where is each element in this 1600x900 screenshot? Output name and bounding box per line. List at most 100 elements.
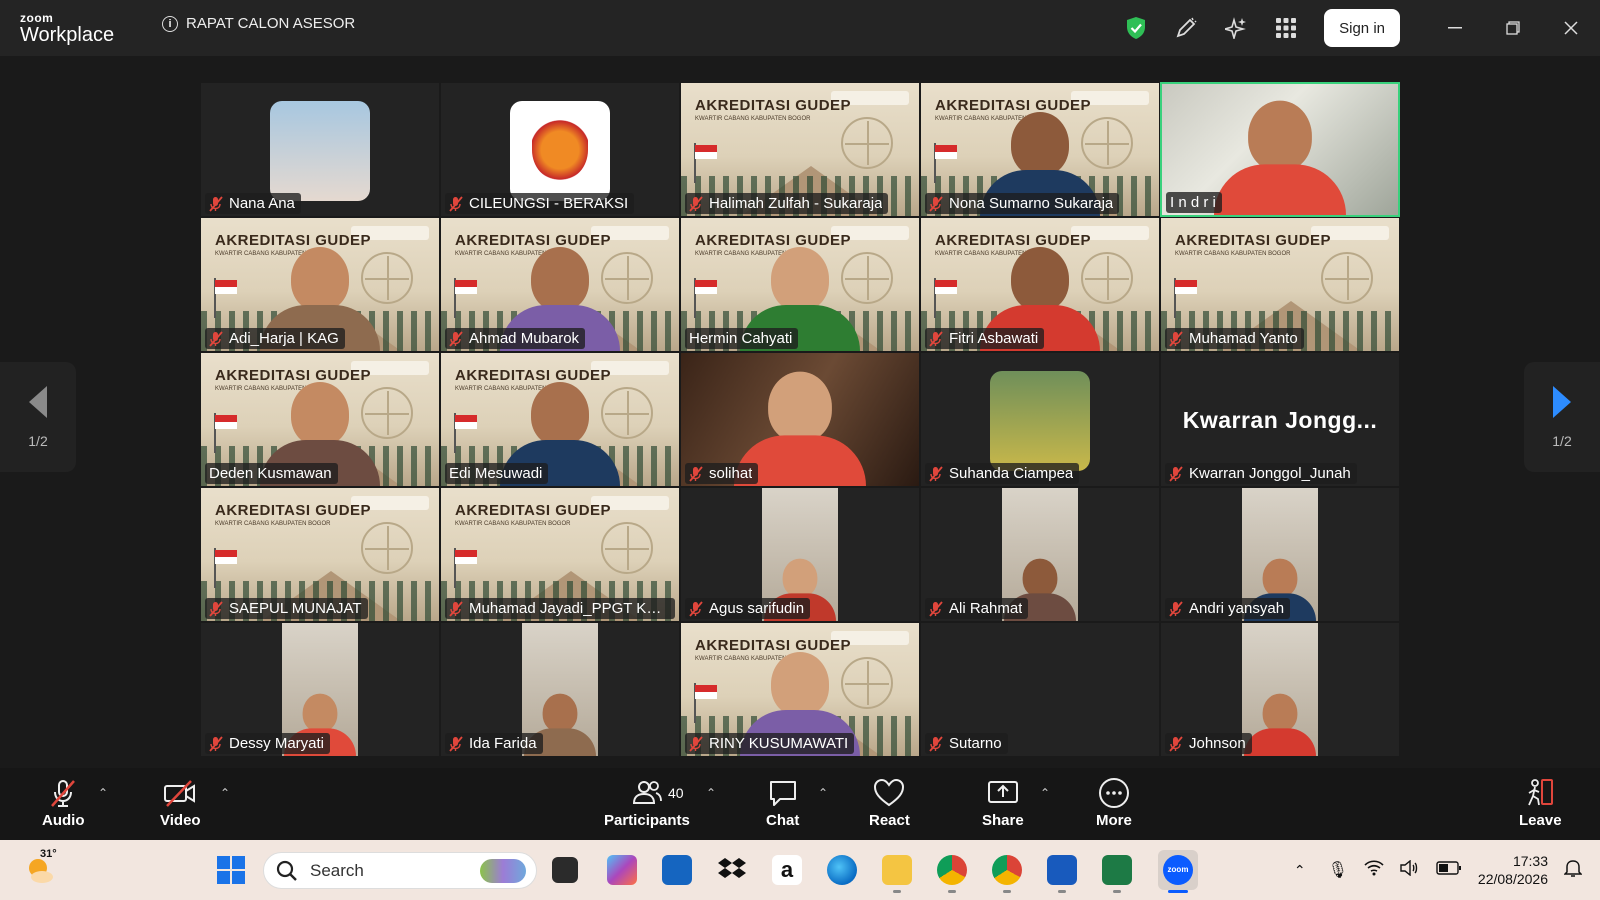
chrome-icon[interactable] bbox=[937, 855, 967, 885]
participant-tile[interactable]: AKREDITASI GUDEP KWARTIR CABANG KABUPATEN… bbox=[440, 352, 680, 487]
chat-options-caret[interactable]: ⌃ bbox=[818, 786, 828, 800]
clock-time: 17:33 bbox=[1512, 853, 1548, 869]
mic-muted-icon bbox=[929, 330, 943, 347]
participant-tile[interactable]: Andri yansyah bbox=[1160, 487, 1400, 622]
participant-tile[interactable]: I n d r i bbox=[1160, 82, 1400, 217]
next-page-button[interactable]: 1/2 bbox=[1524, 362, 1600, 472]
participant-tile[interactable]: AKREDITASI GUDEP KWARTIR CABANG KABUPATEN… bbox=[1160, 217, 1400, 352]
participant-tile[interactable]: Suhanda Ciampea bbox=[920, 352, 1160, 487]
participant-tile[interactable]: Agus sarifudin bbox=[680, 487, 920, 622]
participant-tile[interactable]: Sutarno bbox=[920, 622, 1160, 757]
arrow-left-icon bbox=[29, 386, 47, 418]
audio-options-caret[interactable]: ⌃ bbox=[98, 786, 108, 800]
ai-sparkle-icon[interactable] bbox=[1224, 16, 1248, 40]
participant-head bbox=[1011, 112, 1069, 176]
meeting-info[interactable]: i RAPAT CALON ASESOR bbox=[162, 15, 355, 32]
participant-grid: Nana Ana CILEUNGSI - BERAKSI AKREDITASI GU… bbox=[200, 82, 1400, 757]
participant-name-tag: Suhanda Ciampea bbox=[925, 463, 1080, 484]
chat-button[interactable]: Chat bbox=[766, 778, 799, 829]
share-button[interactable]: Share bbox=[982, 778, 1024, 829]
sign-in-button[interactable]: Sign in bbox=[1324, 9, 1400, 47]
taskbar-search[interactable]: Search bbox=[263, 852, 537, 889]
participant-tile[interactable]: solihat bbox=[680, 352, 920, 487]
participants-options-caret[interactable]: ⌃ bbox=[706, 786, 716, 800]
react-button[interactable]: React bbox=[869, 778, 910, 829]
participant-head bbox=[542, 693, 578, 732]
task-view-icon[interactable] bbox=[552, 857, 578, 883]
video-button[interactable]: Video bbox=[160, 778, 201, 829]
participant-tile[interactable]: Johnson bbox=[1160, 622, 1400, 757]
participant-avatar bbox=[990, 371, 1090, 471]
show-hidden-icons-chevron[interactable]: ⌃ bbox=[1294, 862, 1306, 879]
banner-flag bbox=[455, 280, 477, 294]
close-button[interactable] bbox=[1542, 0, 1600, 56]
participant-tile[interactable]: AKREDITASI GUDEP KWARTIR CABANG KABUPATEN… bbox=[440, 487, 680, 622]
participant-head bbox=[771, 247, 829, 311]
participant-tile[interactable]: Kwarran Jongg... Kwarran Jonggol_Junah bbox=[1160, 352, 1400, 487]
restore-button[interactable] bbox=[1484, 0, 1542, 56]
volume-icon[interactable] bbox=[1400, 859, 1420, 881]
annotate-pen-icon[interactable] bbox=[1174, 16, 1198, 40]
participant-tile[interactable]: AKREDITASI GUDEP KWARTIR CABANG KABUPATEN… bbox=[200, 352, 440, 487]
participant-name: Deden Kusmawan bbox=[209, 465, 332, 482]
zoom-taskbar-button[interactable]: zoom bbox=[1158, 850, 1198, 890]
video-label: Video bbox=[160, 812, 201, 829]
participant-name: Ahmad Mubarok bbox=[469, 330, 580, 347]
more-label: More bbox=[1096, 812, 1132, 829]
participant-tile[interactable]: AKREDITASI GUDEP KWARTIR CABANG KABUPATEN… bbox=[680, 622, 920, 757]
shield-icon[interactable] bbox=[1124, 16, 1148, 40]
participant-tile[interactable]: Ali Rahmat bbox=[920, 487, 1160, 622]
banner-title: AKREDITASI GUDEP bbox=[215, 502, 372, 519]
participant-head bbox=[1262, 558, 1298, 597]
participant-tile[interactable]: Dessy Maryati bbox=[200, 622, 440, 757]
wifi-icon[interactable] bbox=[1364, 859, 1384, 881]
participant-tile[interactable]: CILEUNGSI - BERAKSI bbox=[440, 82, 680, 217]
participant-head bbox=[1022, 558, 1058, 597]
minimize-button[interactable] bbox=[1426, 0, 1484, 56]
share-options-caret[interactable]: ⌃ bbox=[1040, 786, 1050, 800]
amazon-icon[interactable]: a bbox=[772, 855, 802, 885]
excel-icon[interactable] bbox=[1102, 855, 1132, 885]
participant-silhouette bbox=[1244, 693, 1316, 756]
participant-tile[interactable]: AKREDITASI GUDEP KWARTIR CABANG KABUPATEN… bbox=[680, 217, 920, 352]
participant-name-tag: Dessy Maryati bbox=[205, 733, 331, 754]
previous-page-button[interactable]: 1/2 bbox=[0, 362, 76, 472]
participant-name-tag: Kwarran Jonggol_Junah bbox=[1165, 463, 1357, 484]
mic-muted-icon bbox=[929, 735, 943, 752]
microsoft-store-icon[interactable] bbox=[662, 855, 692, 885]
apps-grid-icon[interactable] bbox=[1274, 16, 1298, 40]
participant-tile[interactable]: AKREDITASI GUDEP KWARTIR CABANG KABUPATEN… bbox=[680, 82, 920, 217]
participant-tile[interactable]: Nana Ana bbox=[200, 82, 440, 217]
notification-bell-icon[interactable] bbox=[1563, 858, 1583, 883]
banner-flag bbox=[215, 280, 237, 294]
taskbar-clock[interactable]: 17:33 22/08/2026 bbox=[1478, 852, 1548, 888]
participant-tile[interactable]: AKREDITASI GUDEP KWARTIR CABANG KABUPATEN… bbox=[440, 217, 680, 352]
participant-name: Halimah Zulfah - Sukaraja bbox=[709, 195, 883, 212]
file-explorer-icon[interactable] bbox=[882, 855, 912, 885]
participant-name: Ida Farida bbox=[469, 735, 537, 752]
edge-icon[interactable] bbox=[827, 855, 857, 885]
participant-tile[interactable]: AKREDITASI GUDEP KWARTIR CABANG KABUPATEN… bbox=[200, 487, 440, 622]
dropbox-icon[interactable] bbox=[717, 855, 747, 885]
participant-tile[interactable]: AKREDITASI GUDEP KWARTIR CABANG KABUPATEN… bbox=[920, 82, 1160, 217]
battery-icon[interactable] bbox=[1436, 860, 1462, 880]
participant-name-tag: Fitri Asbawati bbox=[925, 328, 1045, 349]
microphone-in-use-icon[interactable]: 🎙 bbox=[1328, 860, 1348, 880]
chrome-profile-icon[interactable] bbox=[992, 855, 1022, 885]
video-options-caret[interactable]: ⌃ bbox=[220, 786, 230, 800]
banner-subtitle: KWARTIR CABANG KABUPATEN BOGOR bbox=[455, 521, 571, 527]
mic-muted-icon bbox=[209, 735, 223, 752]
audio-button[interactable]: Audio bbox=[42, 778, 85, 829]
leave-button[interactable]: Leave bbox=[1519, 778, 1562, 829]
participant-tile[interactable]: Ida Farida bbox=[440, 622, 680, 757]
participant-tile[interactable]: AKREDITASI GUDEP KWARTIR CABANG KABUPATEN… bbox=[920, 217, 1160, 352]
info-icon[interactable]: i bbox=[162, 15, 178, 32]
participant-name-tag: Muhamad Jayadi_PPGT Kwa... bbox=[445, 598, 675, 619]
windows-start-button[interactable] bbox=[216, 855, 246, 885]
excel-running-dot bbox=[1113, 890, 1121, 893]
participant-tile[interactable]: AKREDITASI GUDEP KWARTIR CABANG KABUPATEN… bbox=[200, 217, 440, 352]
more-button[interactable]: More bbox=[1096, 778, 1132, 829]
copilot-icon[interactable] bbox=[607, 855, 637, 885]
word-icon[interactable] bbox=[1047, 855, 1077, 885]
participant-name: RINY KUSUMAWATI bbox=[709, 735, 849, 752]
